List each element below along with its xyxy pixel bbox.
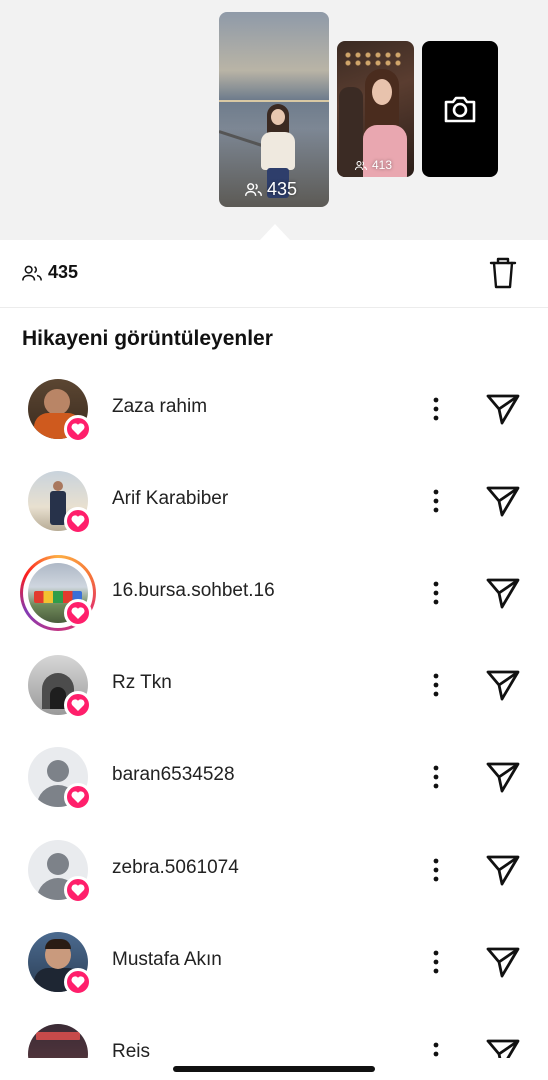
story-viewer-count-value: 435	[267, 179, 298, 199]
avatar[interactable]	[26, 653, 92, 719]
send-icon[interactable]	[484, 483, 522, 519]
send-icon[interactable]	[484, 575, 522, 611]
trash-icon[interactable]	[487, 256, 519, 290]
send-icon[interactable]	[484, 759, 522, 795]
viewer-name[interactable]: baran6534528	[112, 764, 235, 786]
camera-icon	[444, 96, 476, 123]
viewer-row[interactable]: zebra.5061074	[0, 838, 548, 930]
more-vertical-icon[interactable]	[424, 671, 448, 699]
section-title: Hikayeni görüntüleyenler	[22, 327, 273, 350]
selected-story-pointer	[260, 224, 290, 240]
viewer-name[interactable]: 16.bursa.sohbet.16	[112, 580, 275, 602]
heart-icon	[64, 599, 92, 627]
more-vertical-icon[interactable]	[424, 763, 448, 791]
more-vertical-icon[interactable]	[424, 395, 448, 423]
avatar[interactable]	[26, 469, 92, 535]
viewer-name[interactable]: Mustafa Akın	[112, 949, 222, 971]
heart-icon	[64, 968, 92, 996]
heart-icon	[64, 783, 92, 811]
people-icon	[355, 160, 367, 170]
viewer-name[interactable]: Reis	[112, 1041, 150, 1058]
story-thumbnails-strip: 435 413	[0, 0, 548, 240]
viewer-row[interactable]: Reis	[0, 1022, 548, 1058]
avatar[interactable]	[26, 838, 92, 904]
people-icon	[245, 183, 262, 196]
more-vertical-icon[interactable]	[424, 856, 448, 884]
more-vertical-icon[interactable]	[424, 1040, 448, 1058]
total-viewers-value: 435	[48, 262, 79, 282]
viewer-name[interactable]: Arif Karabiber	[112, 488, 228, 510]
avatar[interactable]	[26, 1022, 90, 1058]
heart-icon	[64, 876, 92, 904]
viewer-row[interactable]: baran6534528	[0, 745, 548, 837]
send-icon[interactable]	[484, 1036, 522, 1058]
more-vertical-icon[interactable]	[424, 579, 448, 607]
total-viewers: 435	[22, 262, 78, 283]
heart-icon	[64, 415, 92, 443]
send-icon[interactable]	[484, 944, 522, 980]
heart-icon	[64, 507, 92, 535]
add-story-camera-button[interactable]	[422, 41, 498, 177]
viewer-name[interactable]: zebra.5061074	[112, 857, 239, 879]
avatar[interactable]	[26, 377, 92, 443]
viewer-row[interactable]: 16.bursa.sohbet.16	[0, 555, 548, 653]
heart-icon	[64, 691, 92, 719]
avatar[interactable]	[20, 555, 96, 631]
avatar[interactable]	[26, 745, 92, 811]
story-viewer-count-value: 413	[372, 158, 393, 172]
viewer-name[interactable]: Rz Tkn	[112, 672, 172, 694]
story-thumbnail[interactable]: 413	[337, 41, 414, 177]
story-viewer-count: 435	[245, 179, 297, 200]
people-icon	[22, 265, 42, 281]
more-vertical-icon[interactable]	[424, 948, 448, 976]
viewer-row[interactable]: Mustafa Akın	[0, 930, 548, 1022]
send-icon[interactable]	[484, 852, 522, 888]
send-icon[interactable]	[484, 391, 522, 427]
story-viewers-screen: 435 413 435 Hikayeni görüntüleyenler Zaz…	[0, 0, 548, 1080]
send-icon[interactable]	[484, 667, 522, 703]
viewer-name[interactable]: Zaza rahim	[112, 396, 207, 418]
viewer-row[interactable]: Arif Karabiber	[0, 469, 548, 561]
viewers-summary-bar: 435	[0, 240, 548, 308]
story-viewer-count: 413	[355, 158, 392, 172]
viewer-row[interactable]: Rz Tkn	[0, 653, 548, 745]
home-indicator[interactable]	[173, 1066, 375, 1072]
viewer-row[interactable]: Zaza rahim	[0, 377, 548, 469]
sea-horizon	[219, 100, 329, 102]
more-vertical-icon[interactable]	[424, 487, 448, 515]
story-thumbnail-selected[interactable]: 435	[219, 12, 329, 207]
avatar[interactable]	[26, 930, 92, 996]
